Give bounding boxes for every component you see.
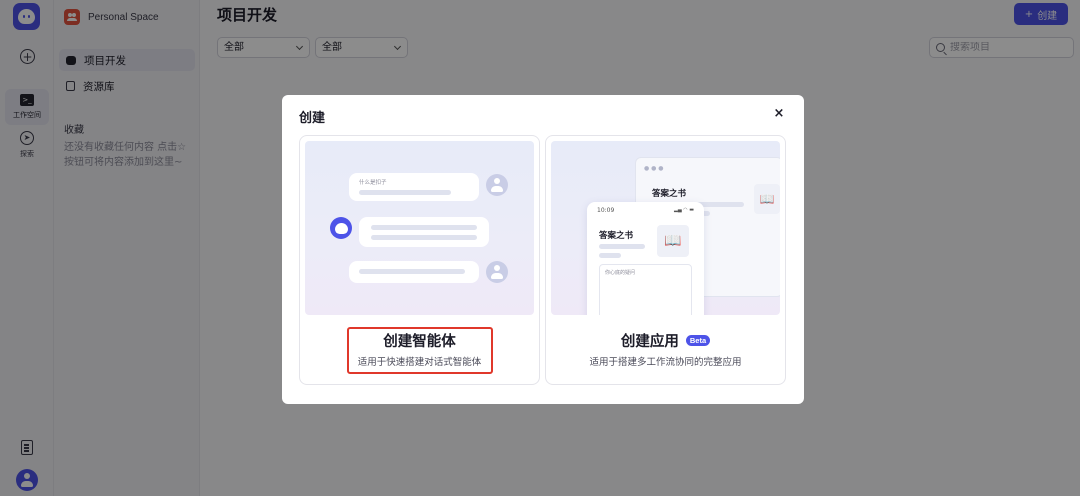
selection-highlight (347, 327, 493, 374)
bot-avatar-icon (330, 217, 352, 239)
phone-status-icons: ▂▄ ◠ ▬ (674, 207, 694, 213)
user-avatar-icon (486, 261, 508, 283)
text-placeholder (371, 235, 477, 240)
create-agent-card[interactable]: 什么是扣子 创建智能体 适用于快速搭建对话式智能体 (299, 135, 540, 385)
card-title: 创建应用 Beta (546, 330, 785, 351)
create-modal: 创建 × 什么是扣子 创建智能体 适用于快速搭建对话式智能体 ● ● ● 答案之… (282, 95, 804, 404)
card-description: 适用于搭建多工作流协同的完整应用 (589, 357, 742, 368)
book-icon: 📖 (657, 225, 689, 257)
chat-bubble (359, 217, 489, 247)
phone-input-hint: 你心底的疑问 (605, 270, 636, 276)
modal-title: 创建 (299, 111, 326, 126)
beta-badge: Beta (685, 334, 711, 346)
agent-illustration: 什么是扣子 (305, 141, 534, 315)
phone-time: 10:09 (597, 207, 615, 214)
window-app-name: 答案之书 (652, 189, 687, 199)
text-placeholder (599, 244, 645, 249)
text-placeholder (599, 253, 621, 258)
phone-input-box: 你心底的疑问 (599, 264, 692, 315)
phone-mockup: 10:09 ▂▄ ◠ ▬ 答案之书 📖 你心底的疑问 (587, 202, 704, 315)
create-app-card[interactable]: ● ● ● 答案之书 📖 10:09 ▂▄ ◠ ▬ 答案之书 📖 你心底的疑问 … (545, 135, 786, 385)
window-dots: ● ● ● (644, 165, 664, 172)
user-avatar-icon (486, 174, 508, 196)
question-label: 什么是扣子 (359, 180, 387, 186)
app-illustration: ● ● ● 答案之书 📖 10:09 ▂▄ ◠ ▬ 答案之书 📖 你心底的疑问 (551, 141, 780, 315)
card-title-text: 创建应用 (620, 334, 679, 350)
text-placeholder (359, 269, 465, 274)
text-placeholder (359, 190, 451, 195)
close-icon[interactable]: × (772, 107, 786, 121)
text-placeholder (371, 225, 477, 230)
book-icon: 📖 (754, 184, 780, 214)
phone-app-name: 答案之书 (599, 231, 634, 241)
